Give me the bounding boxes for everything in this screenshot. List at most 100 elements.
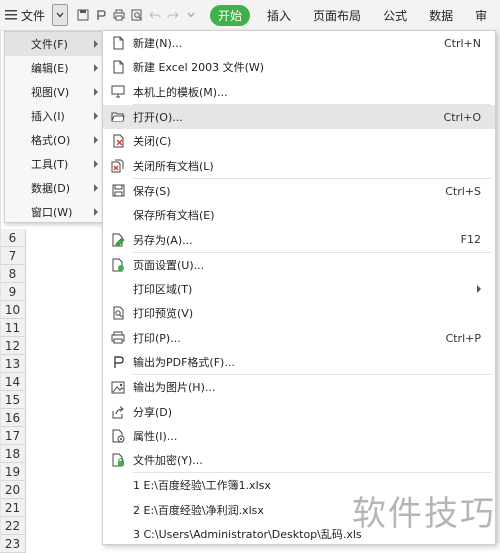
- top-toolbar: 文件 开始 插入 页面布局 公式 数据 审: [0, 0, 500, 31]
- menu-item-close[interactable]: 关闭(C): [103, 129, 495, 153]
- tab-page-layout[interactable]: 页面布局: [302, 7, 372, 24]
- shortcut-label: Ctrl+S: [445, 184, 481, 198]
- hamburger-icon: [5, 10, 17, 20]
- menu-item-label: 关闭(C): [133, 135, 172, 149]
- undo-icon[interactable]: [146, 0, 164, 30]
- menu-item-properties[interactable]: 属性(I)...: [103, 424, 495, 448]
- tab-insert[interactable]: 插入: [256, 7, 302, 24]
- menu-item-file[interactable]: 文件(F): [5, 32, 105, 56]
- row-header[interactable]: 14: [0, 373, 26, 391]
- row-header[interactable]: 9: [0, 283, 26, 301]
- main-menu-label: 文件: [21, 8, 46, 23]
- export-pdf-icon[interactable]: [92, 0, 110, 30]
- menu-item-format[interactable]: 格式(O): [5, 128, 105, 152]
- chevron-right-icon: [94, 136, 98, 144]
- menu-item-label: 打印(P)...: [133, 331, 181, 345]
- menu-item-label: 视图(V): [31, 86, 70, 99]
- watermark: 软件技巧: [352, 494, 496, 534]
- tab-start[interactable]: 开始: [210, 4, 251, 26]
- menu-item-open[interactable]: 打开(O)... Ctrl+O: [103, 104, 495, 130]
- chevron-right-icon: [94, 40, 98, 48]
- row-header[interactable]: 10: [0, 301, 26, 319]
- menu-item-insert[interactable]: 插入(I): [5, 104, 105, 128]
- menu-dropdown-button[interactable]: [52, 4, 69, 26]
- menu-item-label: 保存(S): [133, 184, 171, 198]
- page-setup-icon: [110, 257, 126, 273]
- row-header[interactable]: 17: [0, 427, 26, 445]
- menu-item-new[interactable]: 新建(N)... Ctrl+N: [103, 31, 495, 55]
- shortcut-label: Ctrl+N: [443, 37, 481, 50]
- close-all-icon: [110, 158, 126, 174]
- save-icon[interactable]: [74, 0, 92, 30]
- menu-item-label: 文件加密(Y)...: [133, 454, 203, 468]
- row-header[interactable]: 13: [0, 355, 26, 373]
- row-header[interactable]: 22: [0, 517, 26, 535]
- row-header[interactable]: 18: [0, 445, 26, 463]
- close-file-icon: [110, 133, 126, 149]
- menu-item-label: 打印区域(T): [133, 283, 193, 297]
- menu-item-label: 输出为图片(H)...: [133, 381, 216, 395]
- chevron-down-icon: [56, 12, 64, 18]
- print-icon: [110, 330, 126, 346]
- grid-divider: [0, 30, 1, 543]
- new-file-icon: [110, 35, 126, 51]
- chevron-right-icon: [94, 112, 98, 120]
- menu-item-export-pdf[interactable]: 输出为PDF格式(F)...: [103, 350, 495, 374]
- menu-item-encrypt[interactable]: 文件加密(Y)...: [103, 448, 495, 472]
- menu-item-save-all[interactable]: 保存所有文档(E): [103, 203, 495, 227]
- quick-access-dropdown-icon[interactable]: [182, 0, 200, 30]
- print-icon[interactable]: [110, 0, 128, 30]
- menu-item-label: 数据(D): [31, 182, 71, 195]
- menu-item-label: 页面设置(U)...: [133, 258, 205, 272]
- menu-item-label: 窗口(W): [31, 206, 73, 219]
- menu-item-label: 分享(D): [133, 405, 173, 419]
- menu-item-export-image[interactable]: 输出为图片(H)...: [103, 375, 495, 399]
- row-header[interactable]: 8: [0, 265, 26, 283]
- menu-item-save-as[interactable]: 另存为(A)... F12: [103, 227, 495, 251]
- menu-item-edit[interactable]: 编辑(E): [5, 56, 105, 80]
- file-submenu: 新建(N)... Ctrl+N 新建 Excel 2003 文件(W) 本机上的…: [102, 30, 496, 545]
- row-header[interactable]: 6: [0, 229, 26, 247]
- tab-review[interactable]: 审: [464, 7, 487, 24]
- menu-item-print-preview[interactable]: 打印预览(V): [103, 301, 495, 325]
- menu-item-label: 工具(T): [31, 158, 69, 171]
- menu-item-data[interactable]: 数据(D): [5, 176, 105, 200]
- new-file-icon: [110, 59, 126, 75]
- menu-item-label: 新建(N)...: [133, 37, 183, 51]
- menu-item-local-template[interactable]: 本机上的模板(M)...: [103, 80, 495, 104]
- row-header[interactable]: 11: [0, 319, 26, 337]
- menu-item-tools[interactable]: 工具(T): [5, 152, 105, 176]
- menu-item-window[interactable]: 窗口(W): [5, 200, 105, 224]
- print-preview-icon[interactable]: [128, 0, 146, 30]
- tab-data[interactable]: 数据: [418, 7, 464, 24]
- menu-item-label: 编辑(E): [31, 62, 69, 75]
- monitor-icon: [110, 84, 126, 100]
- menu-item-share[interactable]: 分享(D): [103, 399, 495, 423]
- row-header[interactable]: 16: [0, 409, 26, 427]
- menu-item-view[interactable]: 视图(V): [5, 80, 105, 104]
- menu-item-label: 插入(I): [31, 110, 65, 123]
- properties-icon: [110, 428, 126, 444]
- row-header[interactable]: 12: [0, 337, 26, 355]
- menu-item-close-all[interactable]: 关闭所有文档(L): [103, 153, 495, 177]
- row-header[interactable]: 7: [0, 247, 26, 265]
- menu-item-new-excel-2003[interactable]: 新建 Excel 2003 文件(W): [103, 55, 495, 79]
- redo-icon[interactable]: [164, 0, 182, 30]
- row-header[interactable]: 15: [0, 391, 26, 409]
- tab-formulas[interactable]: 公式: [372, 7, 418, 24]
- row-header[interactable]: 19: [0, 463, 26, 481]
- menu-item-label: 属性(I)...: [133, 429, 178, 443]
- menu-item-label: 本机上的模板(M)...: [133, 85, 228, 99]
- row-header[interactable]: 23: [0, 535, 26, 553]
- menu-item-page-setup[interactable]: 页面设置(U)...: [103, 253, 495, 277]
- shortcut-label: Ctrl+P: [445, 331, 481, 345]
- menu-item-save[interactable]: 保存(S) Ctrl+S: [103, 179, 495, 203]
- menu-item-print-area[interactable]: 打印区域(T): [103, 277, 495, 301]
- save-as-icon: [110, 232, 126, 248]
- chevron-right-icon: [94, 160, 98, 168]
- chevron-right-icon: [94, 184, 98, 192]
- row-header[interactable]: 20: [0, 481, 26, 499]
- row-header[interactable]: 21: [0, 499, 26, 517]
- main-menu-button[interactable]: 文件: [0, 0, 50, 30]
- menu-item-print[interactable]: 打印(P)... Ctrl+P: [103, 326, 495, 350]
